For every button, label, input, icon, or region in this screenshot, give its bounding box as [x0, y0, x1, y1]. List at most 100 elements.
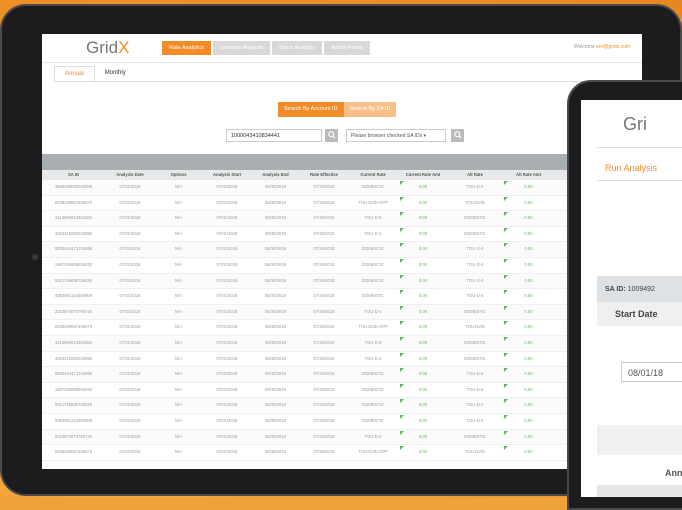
tab-monthly[interactable]: Monthly — [95, 66, 136, 81]
nav-rate-analytics[interactable]: Rate Analytics — [162, 41, 211, 55]
column-header[interactable]: Analysis Start — [202, 170, 252, 180]
table-cell: DOMESTIC — [361, 261, 385, 267]
table-row[interactable]: 4663316693023965 07/31/2018 N/A 07/01/2018 0… — [42, 352, 642, 368]
table-cell: 07/01/2018 — [216, 308, 238, 314]
table-cell: DOMESTIC — [361, 402, 385, 408]
table-cell: 07/01/2018 — [216, 293, 238, 299]
column-header[interactable]: Analysis Date — [105, 170, 155, 180]
table-cell: 0.00 — [397, 180, 449, 195]
table-cell: TOU-D-4 — [466, 402, 484, 408]
table-cell: DOMESTIC — [361, 293, 385, 299]
nav-scenario-analysis[interactable]: Scenario Analysis — [212, 41, 271, 55]
table-row[interactable]: 0833424471744068 07/31/2018 N/A 07/01/2018 0… — [42, 367, 642, 383]
table-cell: 07/01/2018 — [216, 386, 238, 392]
tab-run-analysis[interactable]: Run Analysis — [605, 163, 657, 173]
table-cell: N/A — [175, 386, 182, 392]
column-header[interactable]: Alt Rate Amt — [501, 170, 556, 180]
column-header[interactable]: Alt Rate — [449, 170, 501, 180]
table-cell: 07/01/2018 — [216, 371, 238, 377]
table-cell: 07/31/2018 — [119, 246, 141, 252]
table-cell: DOMESTIC — [361, 246, 385, 252]
column-header[interactable]: Current Rate Amt — [397, 170, 449, 180]
table-toolbar — [42, 154, 642, 170]
table-row[interactable]: 3868386030042009 07/31/2018 N/A 07/01/2018 0… — [42, 180, 642, 196]
table-cell: TOU-D-4 — [364, 308, 382, 314]
table-cell: 06/30/2019 — [265, 230, 286, 236]
table-row[interactable]: 1667026906804633 07/31/2018 N/A 07/01/2018 0… — [42, 258, 642, 274]
nav-admin-portal[interactable]: Admin Portal — [324, 41, 370, 55]
table-cell: 0.00 — [501, 180, 556, 195]
table-cell: 2323974574760744 — [54, 433, 93, 439]
table-cell: TOU-D2/D — [465, 199, 485, 205]
table-cell: 07/26/2019 — [313, 199, 335, 205]
table-cell: 07/31/2018 — [119, 293, 141, 299]
column-header[interactable]: Rate Effective — [299, 170, 349, 180]
search-by-sa-button[interactable]: Search By SA ID — [343, 102, 397, 117]
table-row[interactable]: 9383951144392809 07/31/2018 N/A 07/01/2018 0… — [42, 289, 642, 305]
table-row[interactable]: 0833424471744068 07/31/2018 N/A 07/01/2018 0… — [42, 242, 642, 258]
table-cell: 07/26/2019 — [313, 339, 335, 345]
account-id-input[interactable]: 1000043410834441 — [226, 129, 322, 142]
table-row[interactable]: 3413894913921802 07/31/2018 N/A 07/01/2018 0… — [42, 211, 642, 227]
start-date-input[interactable]: 08/01/18 — [621, 362, 682, 382]
user-link[interactable]: enr@gridx.com — [596, 44, 630, 50]
table-cell: 07/01/2018 — [216, 184, 238, 189]
gridx-logo-partial[interactable]: Gri — [623, 114, 647, 135]
table-cell: DOMESTIC — [361, 371, 385, 377]
table-cell: 07/26/2019 — [313, 417, 335, 423]
table-row[interactable]: 9339259667405673 07/31/2018 N/A 07/01/2018 0… — [42, 196, 642, 212]
table-cell: 06/30/2019 — [265, 417, 286, 423]
table-cell: TOU-D2/E-CPP — [358, 199, 388, 205]
welcome-text: Welcome enr@gridx.com — [573, 44, 630, 50]
table-row[interactable]: 9383951144392809 07/31/2018 N/A 07/01/2018 0… — [42, 414, 642, 430]
table-cell: 0.00 — [397, 211, 449, 226]
table-row[interactable]: 2323974574760744 07/31/2018 N/A 07/01/2018 0… — [42, 429, 642, 446]
period-tabs: Annual Monthly — [54, 66, 136, 81]
table-cell: TOU-D-4 — [364, 230, 382, 236]
table-row[interactable]: 3413894913921802 07/31/2018 N/A 07/01/2018 0… — [42, 335, 642, 352]
table-cell: 06/30/2019 — [265, 433, 286, 439]
nav-batch-analysis[interactable]: Batch Analysis — [272, 41, 323, 55]
tab-annual[interactable]: Annual — [54, 66, 95, 81]
gridx-logo[interactable]: GridX — [86, 38, 129, 58]
table-cell: 1667026906804633 — [54, 386, 93, 392]
search-icon[interactable] — [451, 129, 464, 142]
table-cell: TOU-D-4 — [364, 355, 382, 361]
table-cell: 9339259667405673 — [54, 449, 93, 455]
table-row[interactable]: 5011718636736029 07/31/2018 N/A 07/01/2018 0… — [42, 273, 642, 290]
table-cell: 0.00 — [397, 367, 449, 382]
table-cell: 0.00 — [501, 320, 556, 335]
table-row[interactable]: 1667026906804633 07/31/2018 N/A 07/01/2018 0… — [42, 383, 642, 399]
table-row[interactable]: 2323974574760744 07/31/2018 N/A 07/01/2018 0… — [42, 304, 642, 321]
table-cell: 0.00 — [397, 274, 449, 289]
table-row[interactable]: 4663316693023965 07/31/2018 N/A 07/01/2018 0… — [42, 227, 642, 243]
table-cell: TOU-D2/D — [465, 324, 485, 330]
table-cell: TOU-D-4 — [466, 261, 484, 267]
table-row[interactable]: 5011718636736029 07/31/2018 N/A 07/01/2018 0… — [42, 398, 642, 414]
table-row[interactable]: 9339259667405673 07/31/2018 N/A 07/01/2018 0… — [42, 320, 642, 336]
column-header[interactable]: SA ID — [42, 170, 105, 180]
table-cell: DOMESTIC — [463, 355, 487, 361]
table-cell: 5011718636736029 — [55, 402, 92, 408]
table-cell: 0.00 — [397, 414, 449, 429]
table-cell: TOU-D-4 — [466, 386, 484, 392]
search-by-account-button[interactable]: Search By Account ID — [278, 102, 344, 117]
table-cell: 06/30/2019 — [265, 215, 286, 221]
table-row[interactable]: 9339259667405673 07/31/2018 N/A 07/01/2018 0… — [42, 445, 642, 461]
table-cell: 07/31/2018 — [119, 184, 141, 189]
column-header[interactable]: Options — [155, 170, 202, 180]
search-icon[interactable] — [325, 129, 338, 142]
table-cell: 06/30/2019 — [265, 386, 286, 392]
annual-label: Ann — [665, 468, 682, 478]
table-cell: 0.00 — [397, 227, 449, 242]
sa-id-select[interactable]: Please browser checked SA IDs ▾ — [346, 129, 446, 142]
column-header[interactable]: Analysis End — [252, 170, 299, 180]
table-cell: 0833424471744068 — [54, 371, 93, 377]
table-cell: 0.00 — [397, 305, 449, 320]
table-cell: N/A — [175, 184, 182, 189]
table-cell: 3413894913921802 — [54, 339, 93, 345]
table-cell: 07/31/2018 — [119, 339, 141, 345]
column-header[interactable]: Current Rate — [349, 170, 397, 180]
tablet-screen-right: Gri Run Analysis SA ID: 1009492 Start Da… — [581, 100, 682, 497]
table-cell: N/A — [175, 261, 182, 267]
